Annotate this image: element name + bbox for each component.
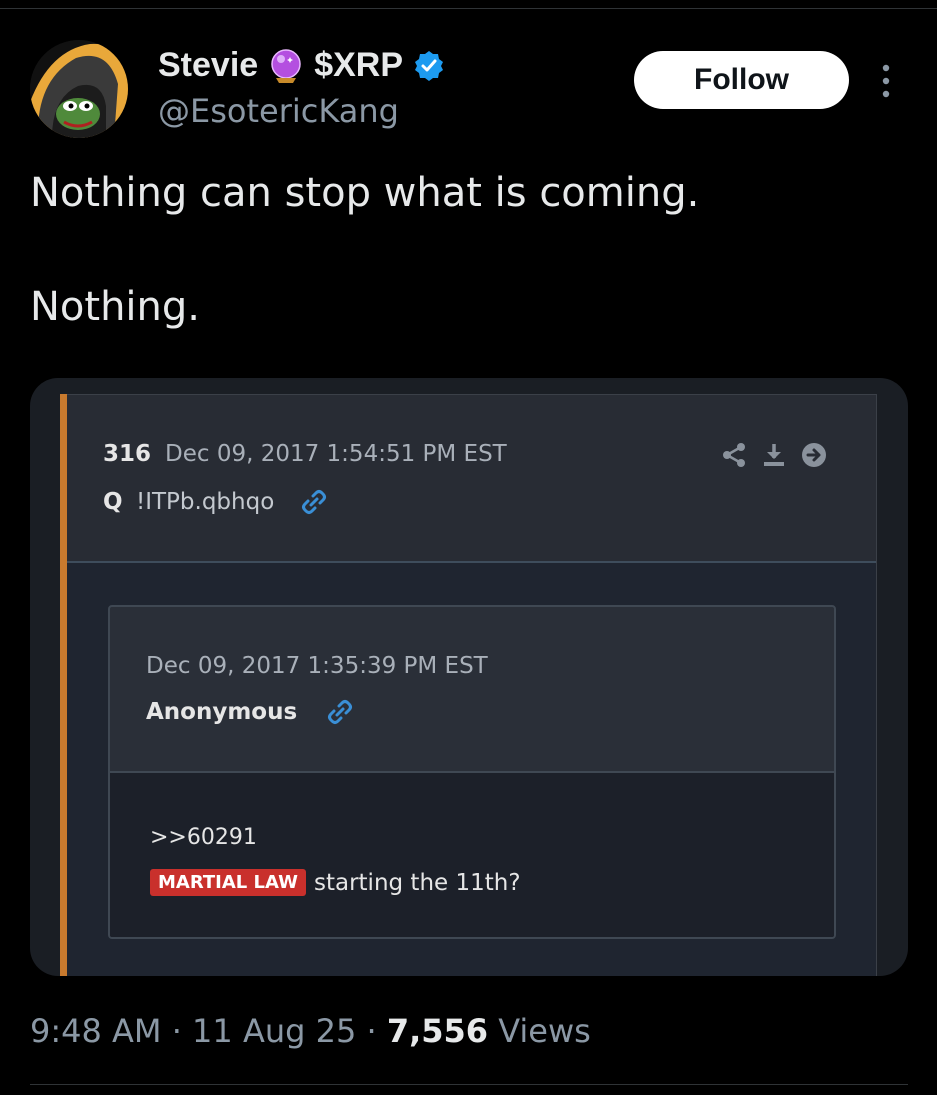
tweet-line: Nothing can stop what is coming. [30, 170, 700, 216]
meta-separator: · [366, 1012, 387, 1050]
arrow-circle-icon [802, 443, 826, 467]
reply-text: starting the 11th? [313, 869, 521, 896]
tweet-date[interactable]: 11 Aug 25 [192, 1012, 356, 1050]
author-name-row[interactable]: Stevie $XRP [158, 46, 445, 85]
link-icon [328, 700, 352, 724]
reply-date: Dec 09, 2017 1:35:39 PM EST [146, 653, 488, 679]
reply-header: Dec 09, 2017 1:35:39 PM EST Anonymous [110, 607, 834, 773]
crystal-ball-icon [271, 48, 301, 83]
tweet-text: Nothing can stop what is coming. Nothing… [30, 165, 910, 335]
author-display-name[interactable]: Stevie [158, 46, 258, 85]
tweet-time[interactable]: 9:48 AM [30, 1012, 162, 1050]
verified-badge-icon [415, 50, 444, 81]
author-avatar[interactable] [30, 40, 128, 138]
post-header: 316 Dec 09, 2017 1:54:51 PM EST Q !ITPb.… [60, 395, 876, 563]
tweet-meta: 9:48 AM · 11 Aug 25 · 7,556 Views [30, 1012, 591, 1050]
tweet-page: Stevie $XRP @EsotericKang Follow Nothing… [0, 0, 937, 1095]
post-accent-bar [60, 394, 67, 976]
reply-line: MARTIAL LAW starting the 11th? [150, 869, 521, 896]
post-actions [720, 441, 828, 469]
views-label: Views [498, 1012, 591, 1050]
quoted-reply-card: Dec 09, 2017 1:35:39 PM EST Anonymous >>… [108, 605, 836, 939]
tweet-line: Nothing. [30, 284, 200, 330]
post-author: Q [103, 489, 123, 515]
author-handle[interactable]: @EsotericKang [158, 92, 399, 130]
views-count: 7,556 [386, 1012, 489, 1050]
reply-author: Anonymous [146, 699, 298, 725]
follow-button[interactable]: Follow [634, 51, 849, 109]
post-number: 316 [103, 441, 152, 467]
more-options-icon[interactable] [874, 62, 898, 100]
reply-reference: >>60291 [150, 825, 257, 850]
post-body: Dec 09, 2017 1:35:39 PM EST Anonymous >>… [60, 563, 876, 976]
hooded-frog-avatar-icon [30, 40, 128, 138]
reply-body: >>60291 MARTIAL LAW starting the 11th? [110, 773, 834, 937]
embedded-post-card: 316 Dec 09, 2017 1:54:51 PM EST Q !ITPb.… [60, 394, 877, 976]
author-ticker[interactable]: $XRP [314, 46, 403, 85]
post-date: Dec 09, 2017 1:54:51 PM EST [165, 441, 507, 467]
link-icon [302, 490, 326, 514]
post-tripcode: !ITPb.qbhqo [136, 489, 275, 515]
tweet-media-image[interactable]: 316 Dec 09, 2017 1:54:51 PM EST Q !ITPb.… [30, 378, 908, 976]
top-divider [0, 8, 937, 9]
share-icon [723, 443, 745, 467]
martial-law-tag: MARTIAL LAW [150, 869, 306, 896]
meta-separator: · [171, 1012, 193, 1050]
download-icon [764, 444, 784, 466]
bottom-divider [30, 1084, 908, 1085]
